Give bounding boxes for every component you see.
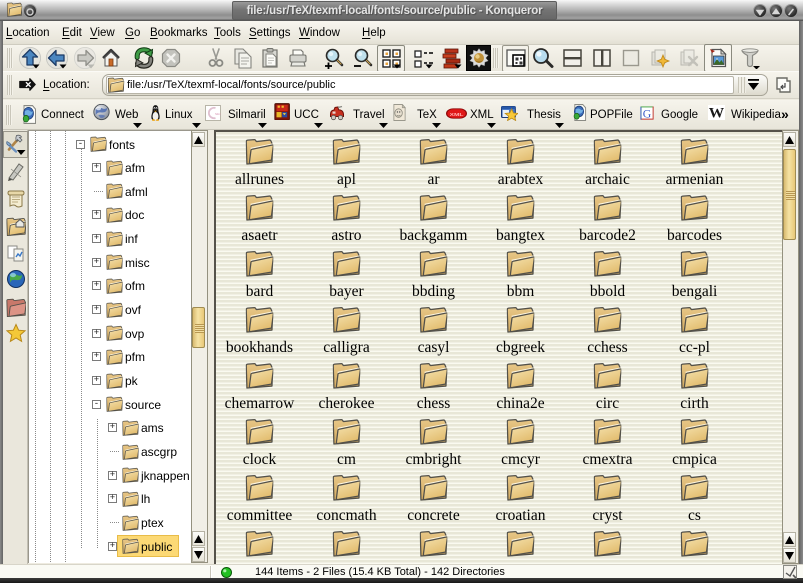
- svg-text:W: W: [709, 106, 724, 121]
- svg-text:XML: XML: [450, 113, 464, 118]
- svg-text:G: G: [643, 107, 652, 120]
- svg-text:Silm: Silm: [215, 112, 221, 116]
